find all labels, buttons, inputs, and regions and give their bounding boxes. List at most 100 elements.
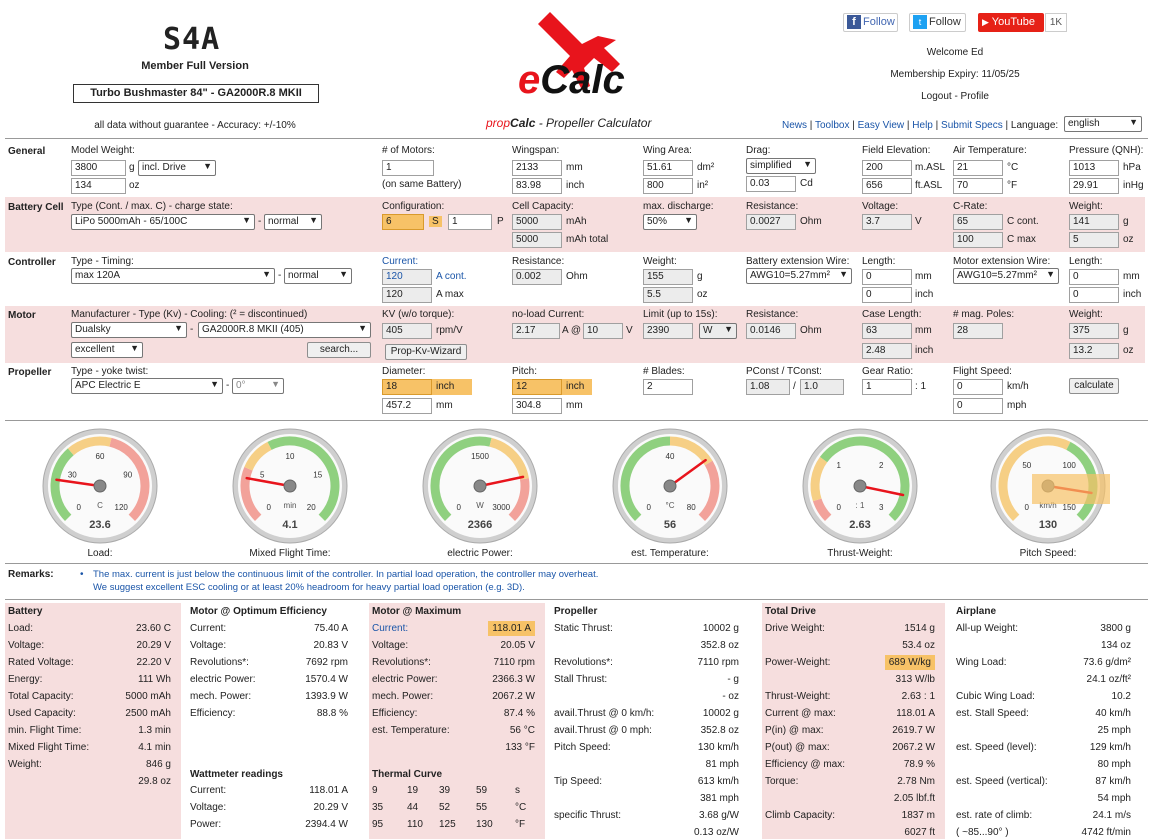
limit-unit-select[interactable]: W ▼ xyxy=(699,323,737,339)
gauge-unit: W xyxy=(476,501,484,510)
kv-input[interactable]: 405 xyxy=(382,323,432,339)
drag-select[interactable]: simplified ▼ xyxy=(746,158,816,174)
battery-resistance-input[interactable]: 0.0027 xyxy=(746,214,796,230)
motor-ext-mm-input[interactable]: 0 xyxy=(1069,269,1119,285)
wingspan-in-input[interactable]: 83.98 xyxy=(512,178,562,194)
c-cont-unit: C cont. xyxy=(1007,216,1039,227)
model-weight-oz-input[interactable]: 134 xyxy=(71,178,126,194)
motor-search-button[interactable]: search... xyxy=(307,342,371,358)
gauge-caption: electric Power: xyxy=(447,548,513,559)
tconst-input[interactable]: 1.0 xyxy=(800,379,844,395)
pressure-hpa-input[interactable]: 1013 xyxy=(1069,160,1119,176)
wing-area-dm-input[interactable]: 51.61 xyxy=(643,160,693,176)
no-load-current-input[interactable]: 2.17 xyxy=(512,323,560,339)
limit-input[interactable]: 2390 xyxy=(643,323,693,339)
motor-weight-oz-input[interactable]: 13.2 xyxy=(1069,343,1119,359)
wingspan-mm-input[interactable]: 2133 xyxy=(512,160,562,176)
result-key: Current: xyxy=(190,785,227,796)
case-length-in-input[interactable]: 2.48 xyxy=(862,343,912,359)
pressure-inhg-input[interactable]: 29.91 xyxy=(1069,178,1119,194)
youtube-button[interactable]: ▶ YouTube xyxy=(978,13,1044,32)
result-key: est. Temperature: xyxy=(372,725,450,736)
kv-label: KV (w/o torque): xyxy=(382,309,455,320)
battery-ext-mm-input[interactable]: 0 xyxy=(862,269,912,285)
gear-ratio-input[interactable]: 1 xyxy=(862,379,912,395)
nav-toolbox[interactable]: Toolbox xyxy=(815,120,849,131)
flight-speed-mph-input[interactable]: 0 xyxy=(953,398,1003,414)
battery-ext-select[interactable]: AWG10=5.27mm² ▼ xyxy=(746,268,852,284)
gauge-value: 2366 xyxy=(468,519,492,531)
motor-ext-select[interactable]: AWG10=5.27mm² ▼ xyxy=(953,268,1059,284)
controller-weight-oz-input[interactable]: 5.5 xyxy=(643,287,693,303)
result-key: P(in) @ max: xyxy=(765,725,824,736)
controller-type-select[interactable]: max 120A ▼ xyxy=(71,268,275,284)
field-m-input[interactable]: 200 xyxy=(862,160,912,176)
flight-speed-kmh-input[interactable]: 0 xyxy=(953,379,1003,395)
motor-resistance-input[interactable]: 0.0146 xyxy=(746,323,796,339)
c-max-input[interactable]: 100 xyxy=(953,232,1003,248)
cells-p-input[interactable]: 1 xyxy=(448,214,492,230)
battery-voltage-input[interactable]: 3.7 xyxy=(862,214,912,230)
battery-row: Battery Cell Type (Cont. / max. C) - cha… xyxy=(5,197,1145,252)
logout-profile-link[interactable]: Logout - Profile xyxy=(870,91,1040,102)
nav-easy-view[interactable]: Easy View xyxy=(858,120,905,131)
max-discharge-select[interactable]: 50% ▼ xyxy=(643,214,697,230)
nav-submit-specs[interactable]: Submit Specs xyxy=(941,120,1003,131)
thermal-cell: s xyxy=(515,785,520,796)
no-load-voltage-input[interactable]: 10 xyxy=(583,323,623,339)
cd-input[interactable]: 0.03 xyxy=(746,176,796,192)
case-length-mm-input[interactable]: 63 xyxy=(862,323,912,339)
nav-news[interactable]: News xyxy=(782,120,807,131)
model-weight-input[interactable]: 3800 xyxy=(71,160,126,176)
prop-kv-wizard-button[interactable]: Prop-Kv-Wizard xyxy=(385,344,467,360)
motor-mfr-select[interactable]: Dualsky ▼ xyxy=(71,322,187,338)
twitter-follow-button[interactable]: t Follow xyxy=(909,13,966,32)
results-plane: Airplane All-up Weight: 3800 g 134 oz Wing … xyxy=(953,603,1141,839)
controller-cont-input[interactable]: 120 xyxy=(382,269,432,285)
air-f-input[interactable]: 70 xyxy=(953,178,1003,194)
battery-type-select[interactable]: LiPo 5000mAh - 65/100C ▼ xyxy=(71,214,255,230)
charge-state-select[interactable]: normal ▼ xyxy=(264,214,322,230)
result-value: 75.40 A xyxy=(314,623,348,634)
diameter-mm-input[interactable]: 457.2 xyxy=(382,398,432,414)
wing-area-in-input[interactable]: 800 xyxy=(643,178,693,194)
result-value: 2500 mAh xyxy=(125,708,171,719)
language-select[interactable]: english ▼ xyxy=(1064,116,1142,132)
weight-mode-select[interactable]: incl. Drive ▼ xyxy=(138,160,216,176)
diameter-in-input[interactable]: 18 xyxy=(382,379,432,395)
c-cont-input[interactable]: 65 xyxy=(953,214,1003,230)
controller-weight-g-input[interactable]: 155 xyxy=(643,269,693,285)
battery-weight-g-unit: g xyxy=(1123,216,1129,227)
s4a-logo: S4A xyxy=(163,22,221,57)
blades-input[interactable]: 2 xyxy=(643,379,693,395)
field-ft-input[interactable]: 656 xyxy=(862,178,912,194)
result-key: Energy: xyxy=(8,674,43,685)
controller-resistance-input[interactable]: 0.002 xyxy=(512,269,562,285)
nav-help[interactable]: Help xyxy=(912,120,933,131)
result-value: 313 W/lb xyxy=(895,674,935,685)
gauge-dial: 0 40 80 °C 56 xyxy=(612,428,728,544)
motors-input[interactable]: 1 xyxy=(382,160,434,176)
timing-select[interactable]: normal ▼ xyxy=(284,268,352,284)
yoke-twist-select[interactable]: 0° ▼ xyxy=(232,378,284,394)
air-c-input[interactable]: 21 xyxy=(953,160,1003,176)
facebook-follow-button[interactable]: f Follow xyxy=(843,13,898,32)
battery-ext-in-input[interactable]: 0 xyxy=(862,287,912,303)
prop-type-select[interactable]: APC Electric E ▼ xyxy=(71,378,223,394)
battery-weight-g-input[interactable]: 141 xyxy=(1069,214,1119,230)
mag-poles-input[interactable]: 28 xyxy=(953,323,1003,339)
pitch-in-input[interactable]: 12 xyxy=(512,379,562,395)
cell-capacity-input[interactable]: 5000 xyxy=(512,214,562,230)
controller-max-input[interactable]: 120 xyxy=(382,287,432,303)
motor-ext-in-input[interactable]: 0 xyxy=(1069,287,1119,303)
battery-weight-oz-input[interactable]: 5 xyxy=(1069,232,1119,248)
pitch-mm-input[interactable]: 304.8 xyxy=(512,398,562,414)
cells-s-input[interactable]: 6 xyxy=(382,214,424,230)
motor-type-select[interactable]: GA2000R.8 MKII (405) ▼ xyxy=(198,322,371,338)
wing-area-label: Wing Area: xyxy=(643,145,692,156)
motor-weight-g-input[interactable]: 375 xyxy=(1069,323,1119,339)
pconst-input[interactable]: 1.08 xyxy=(746,379,790,395)
cooling-select[interactable]: excellent ▼ xyxy=(71,342,143,358)
calculate-button[interactable]: calculate xyxy=(1069,378,1119,394)
result-key: Climb Capacity: xyxy=(765,810,836,821)
